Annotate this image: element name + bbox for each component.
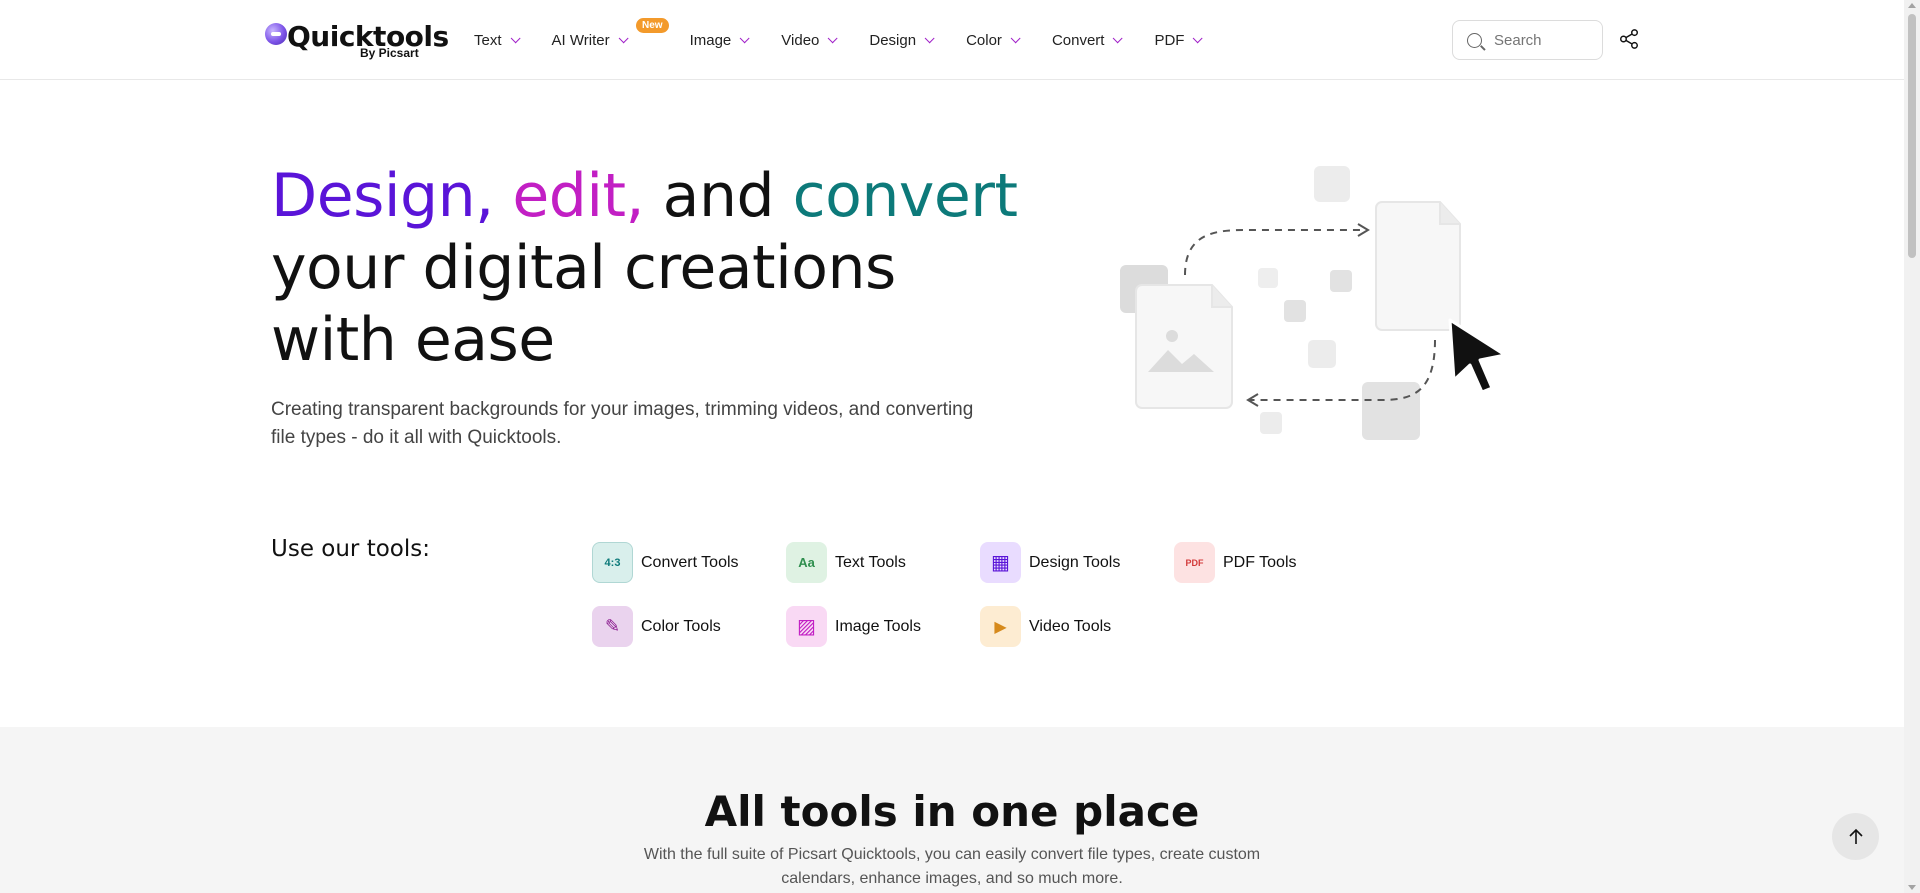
nav-convert[interactable]: Convert: [1051, 31, 1124, 49]
tool-image[interactable]: ▨ Image Tools: [786, 606, 921, 647]
new-badge: New: [636, 17, 669, 33]
text-icon: Aa: [786, 542, 827, 583]
nav-pdf[interactable]: PDF: [1154, 31, 1204, 49]
search-input[interactable]: [1494, 31, 1594, 49]
chevron-down-icon: [1113, 32, 1124, 43]
hero-word-convert: convert: [792, 161, 1018, 231]
hero-line-2: your digital creations: [271, 233, 896, 303]
nav-ai-writer[interactable]: AI Writer New: [551, 17, 669, 49]
convert-icon: 4:3: [592, 542, 633, 583]
nav-video[interactable]: Video: [781, 31, 838, 49]
scroll-down-arrow-icon[interactable]: [1908, 885, 1916, 890]
chevron-down-icon: [618, 32, 629, 43]
tool-label: Design Tools: [1029, 553, 1121, 571]
tool-video[interactable]: ▶ Video Tools: [980, 606, 1111, 647]
share-icon[interactable]: [1618, 28, 1640, 50]
arrow-up-icon: [1848, 828, 1863, 844]
hero-word-and: and: [662, 161, 775, 231]
chevron-down-icon: [510, 32, 521, 43]
video-icon: ▶: [980, 606, 1021, 647]
scrollbar-thumb[interactable]: [1908, 14, 1916, 258]
nav-label: Convert: [1051, 31, 1105, 49]
tool-label: PDF Tools: [1223, 553, 1297, 571]
design-grid-icon: ▦: [980, 542, 1021, 583]
tool-label: Video Tools: [1029, 617, 1112, 635]
nav-label: Video: [781, 31, 820, 49]
hero-line-3: with ease: [271, 305, 555, 375]
chevron-down-icon: [1193, 32, 1204, 43]
chevron-down-icon: [828, 32, 838, 43]
hero-word-edit: edit,: [512, 161, 645, 231]
pdf-icon: PDF: [1174, 542, 1215, 583]
all-tools-title: All tools in one place: [704, 787, 1200, 836]
nav-label: Image: [689, 31, 732, 49]
tool-label: Image Tools: [835, 617, 921, 635]
tool-color[interactable]: ✎ Color Tools: [592, 606, 721, 647]
logo-subtitle: By Picsart: [360, 46, 419, 60]
tool-design[interactable]: ▦ Design Tools: [980, 542, 1120, 583]
search-box[interactable]: [1452, 20, 1603, 60]
use-our-tools-label: Use our tools:: [271, 536, 430, 562]
image-icon: ▨: [786, 606, 827, 647]
site-header: Quicktools By Picsart Text AI Writer New …: [0, 0, 1904, 80]
tool-convert[interactable]: 4:3 Convert Tools: [592, 542, 739, 583]
nav-label: AI Writer: [551, 31, 610, 49]
tool-label: Color Tools: [641, 617, 721, 635]
nav-text[interactable]: Text: [474, 31, 521, 49]
logo-mark-icon: [265, 23, 287, 45]
nav-label: Text: [474, 31, 502, 49]
convert-illustration: [1120, 166, 1507, 440]
nav-label: PDF: [1154, 31, 1185, 49]
hero-description: Creating transparent backgrounds for you…: [271, 399, 974, 448]
all-tools-description: With the full suite of Picsart Quicktool…: [643, 846, 1261, 887]
all-tools-section: All tools in one place With the full sui…: [0, 727, 1904, 893]
chevron-down-icon: [1010, 32, 1021, 43]
nav-image[interactable]: Image: [689, 31, 750, 49]
main-nav: Text AI Writer New Image Video Design Col…: [474, 0, 1234, 80]
color-picker-icon: ✎: [592, 606, 633, 647]
nav-color[interactable]: Color: [966, 31, 1021, 49]
scroll-up-arrow-icon[interactable]: [1908, 3, 1916, 8]
tool-label: Text Tools: [835, 553, 906, 571]
chevron-down-icon: [739, 32, 750, 43]
nav-design[interactable]: Design: [869, 31, 935, 49]
page-scrollbar[interactable]: [1904, 0, 1920, 893]
hero-word-design: Design,: [271, 161, 494, 231]
tool-text[interactable]: Aa Text Tools: [786, 542, 906, 583]
quicktools-logo[interactable]: Quicktools By Picsart: [263, 20, 449, 62]
nav-label: Color: [966, 31, 1002, 49]
back-to-top-button[interactable]: [1832, 813, 1879, 860]
nav-label: Design: [869, 31, 917, 49]
tool-pdf[interactable]: PDF PDF Tools: [1174, 542, 1297, 583]
chevron-down-icon: [924, 32, 935, 43]
hero-title: Design, edit, and convert your digital c…: [271, 160, 1018, 376]
search-icon: [1467, 32, 1482, 48]
tool-label: Convert Tools: [641, 553, 739, 571]
